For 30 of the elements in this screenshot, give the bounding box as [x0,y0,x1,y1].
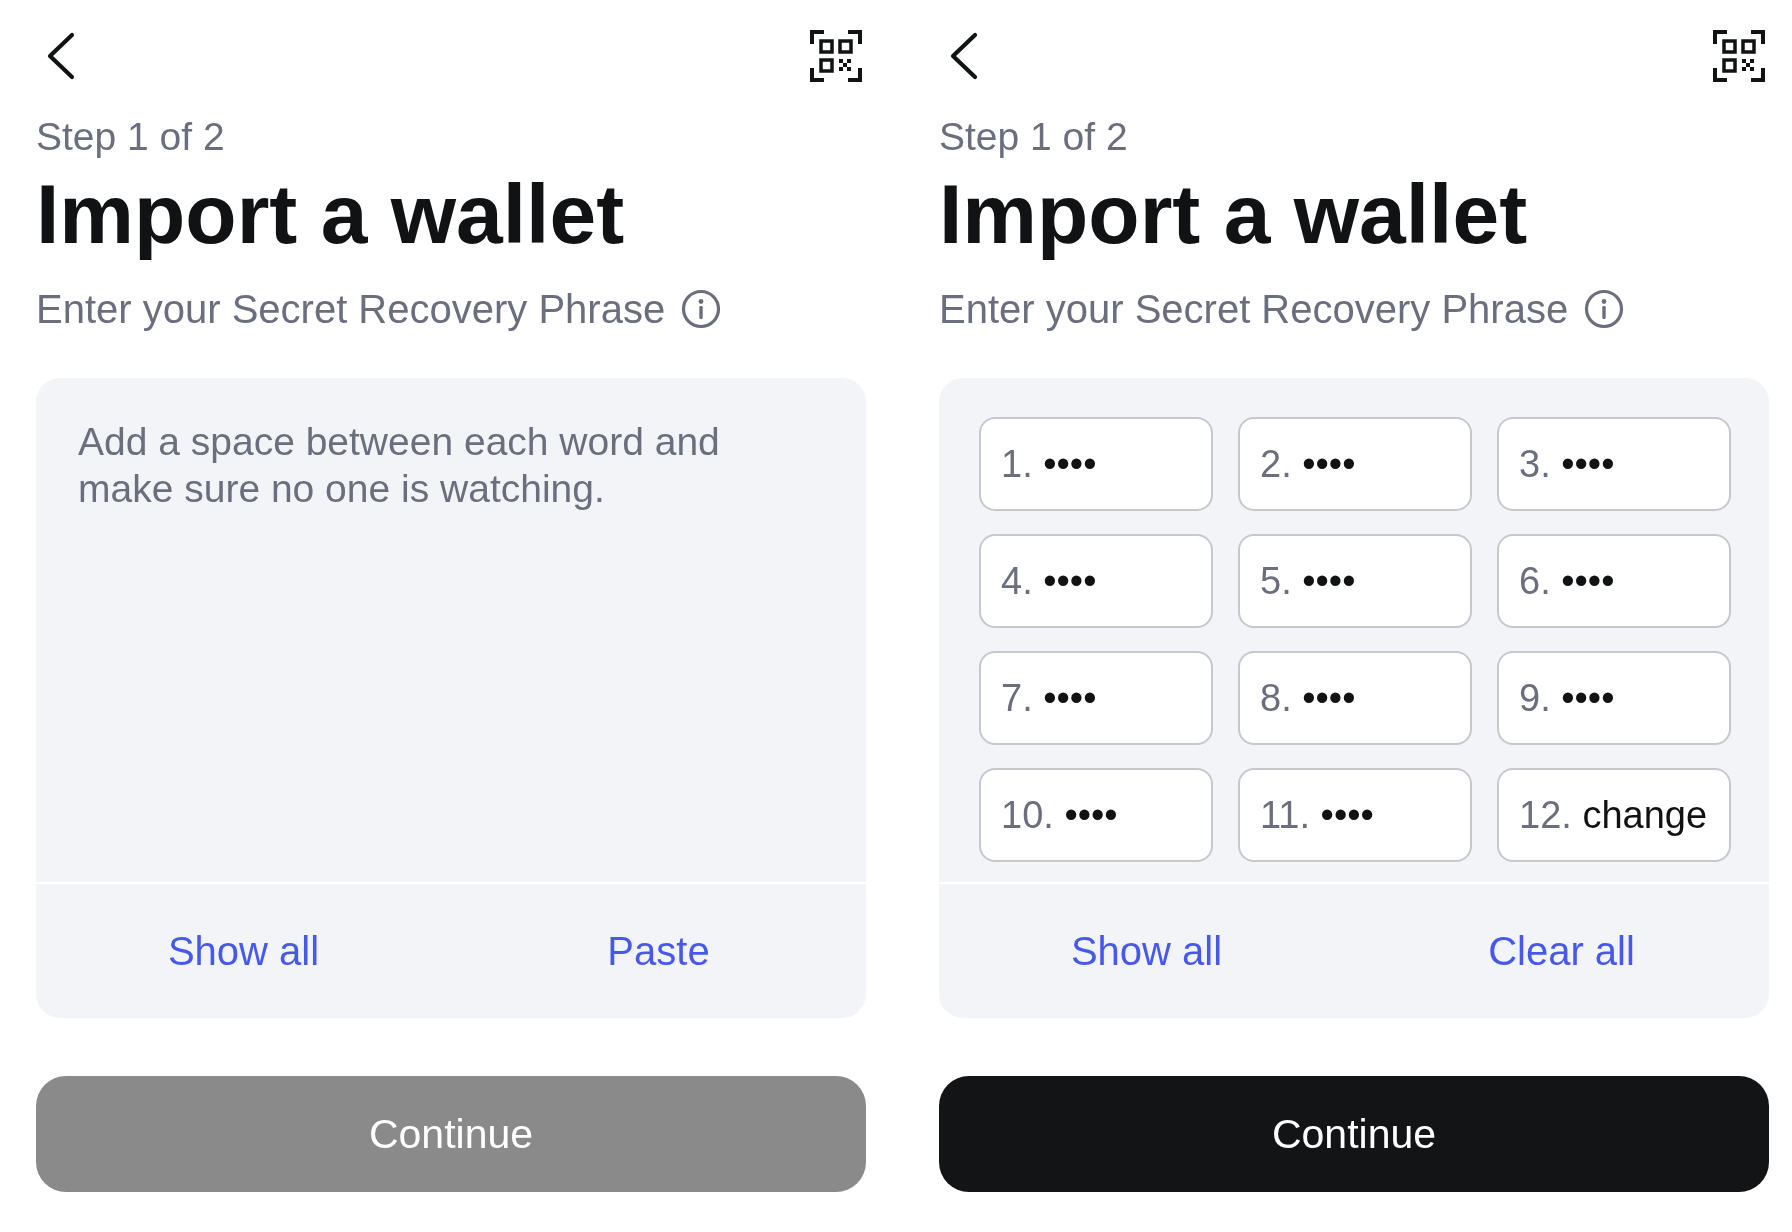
action-button[interactable]: Clear all [1476,920,1647,982]
step-label: Step 1 of 2 [939,114,1128,160]
phrase-field[interactable]: Add a space between each word and make sure no one is watching. [36,378,866,882]
screen-title: Import a wallet [36,168,625,260]
back-icon[interactable] [46,32,76,80]
step-label: Step 1 of 2 [36,114,225,160]
word-field[interactable]: 8. •••• [1238,651,1472,745]
word-field[interactable]: 7. •••• [979,651,1213,745]
word-field[interactable]: 2. •••• [1238,417,1472,511]
word-field[interactable]: 4. •••• [979,534,1213,628]
word-field[interactable]: 1. •••• [979,417,1213,511]
word-field[interactable]: 3. •••• [1497,417,1731,511]
screen-title: Import a wallet [939,168,1528,260]
info-icon[interactable] [681,289,722,329]
qr-code-icon[interactable] [810,30,862,82]
action-button[interactable]: Show all [155,920,332,982]
word-field[interactable]: 12. change [1497,768,1731,862]
subtitle: Enter your Secret Recovery Phrase [36,286,666,332]
word-field[interactable]: 9. •••• [1497,651,1731,745]
word-field[interactable]: 5. •••• [1238,534,1472,628]
back-icon[interactable] [949,32,979,80]
subtitle: Enter your Secret Recovery Phrase [939,286,1569,332]
qr-code-icon[interactable] [1713,30,1765,82]
info-icon[interactable] [1584,289,1625,329]
word-field[interactable]: 10. •••• [979,768,1213,862]
action-button[interactable]: Show all [1058,920,1235,982]
action-button[interactable]: Paste [595,920,722,982]
continue-button[interactable]: Continue [939,1076,1769,1192]
word-field[interactable]: 11. •••• [1238,768,1472,862]
word-field[interactable]: 6. •••• [1497,534,1731,628]
